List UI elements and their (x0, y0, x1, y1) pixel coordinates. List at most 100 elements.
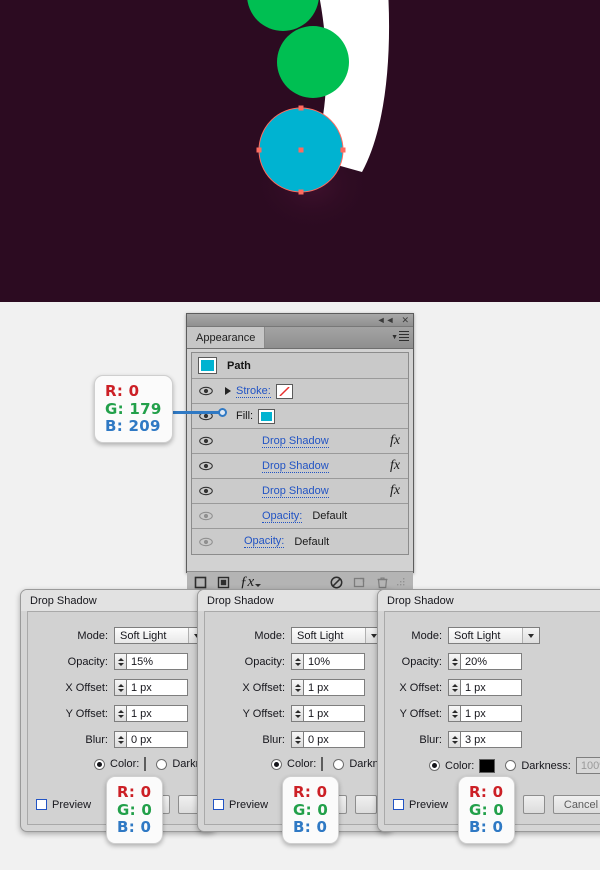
dialog-1-blur-stepper[interactable] (114, 731, 126, 748)
clear-appearance-icon[interactable] (330, 576, 343, 589)
drop-shadow-1-link[interactable]: Drop Shadow (262, 435, 329, 448)
dialog-3-blur-stepper[interactable] (448, 731, 460, 748)
dialog-3-titlebar[interactable]: Drop Shadow (378, 590, 600, 611)
dialog-3-preview-checkbox[interactable] (393, 799, 404, 810)
dialog-2-blur-stepper[interactable] (291, 731, 303, 748)
stroke-swatch-none[interactable] (275, 383, 293, 399)
appearance-row-drop-shadow-3[interactable]: Drop Shadow fx (192, 479, 408, 504)
dialog-1-opacity-input[interactable]: 15% (126, 653, 188, 670)
dialog-3-yoffset-stepper[interactable] (448, 705, 460, 722)
panel-titlebar[interactable]: ◄◄ ✕ (187, 314, 413, 327)
stroke-visibility-toggle[interactable] (192, 386, 220, 396)
dialog-2-xoffset-stepper[interactable] (291, 679, 303, 696)
drop-shadow-2-visibility-toggle[interactable] (192, 461, 220, 471)
appearance-row-drop-shadow-1[interactable]: Drop Shadow fx (192, 429, 408, 454)
appearance-panel[interactable]: ◄◄ ✕ Appearance ▼ Path Stroke: Fill: Dro… (186, 313, 414, 593)
dialog-3-color-radio[interactable] (429, 760, 440, 771)
path-thumbnail (198, 357, 217, 374)
dialog-3-ok-button[interactable] (523, 795, 545, 814)
chevron-down-icon[interactable] (522, 628, 539, 643)
dialog-3-xoffset-stepper[interactable] (448, 679, 460, 696)
drop-shadow-3-visibility-toggle[interactable] (192, 486, 220, 496)
dialog-2-color-chip[interactable] (321, 757, 324, 771)
appearance-row-opacity-object[interactable]: Opacity: Default (192, 529, 408, 554)
dialog-3-mode-select[interactable]: Soft Light (448, 627, 540, 644)
delete-item-icon[interactable] (376, 576, 389, 589)
dialog-2-color-radio[interactable] (271, 758, 282, 770)
dialog-2-mode-select[interactable]: Soft Light (291, 627, 383, 644)
dialog-2-yoffset-input[interactable]: 1 px (303, 705, 365, 722)
dialog-2-opacity-input[interactable]: 10% (303, 653, 365, 670)
drop-shadow-2-link[interactable]: Drop Shadow (262, 460, 329, 473)
dialog-2-darkness-radio[interactable] (333, 758, 345, 770)
dialog-3-color-chip[interactable] (479, 758, 496, 773)
dialog-1-opacity-stepper[interactable] (114, 653, 126, 670)
dialog-3-yoffset-row: Y Offset: 1 px (385, 705, 600, 722)
panel-tab-row[interactable]: Appearance ▼ (187, 327, 413, 349)
callout-shadow-2-b: B: 0 (293, 818, 328, 837)
opacity-object-link[interactable]: Opacity: (244, 535, 285, 548)
appearance-row-drop-shadow-2[interactable]: Drop Shadow fx (192, 454, 408, 479)
dialog-3-yoffset-input[interactable]: 1 px (460, 705, 522, 722)
dialog-3-blur-row: Blur: 3 px (385, 731, 600, 748)
dialog-1-darkness-radio[interactable] (156, 758, 168, 770)
dialog-1-mode-select[interactable]: Soft Light (114, 627, 206, 644)
drop-shadow-3-fx-button[interactable]: fx (382, 483, 408, 499)
dialog-2-mode-label: Mode: (254, 629, 285, 642)
appearance-row-opacity-nested[interactable]: Opacity: Default (192, 504, 408, 529)
tab-appearance[interactable]: Appearance (187, 327, 266, 348)
dialog-3-opacity-stepper[interactable] (448, 653, 460, 670)
stroke-link[interactable]: Stroke: (236, 385, 271, 398)
opacity-nested-visibility-toggle[interactable] (192, 511, 220, 521)
close-icon[interactable]: ✕ (401, 315, 409, 325)
dialog-3-darkness-input[interactable]: 100% (575, 757, 600, 774)
drop-shadow-2-fx-button[interactable]: fx (382, 458, 408, 474)
dialog-2-preview-checkbox[interactable] (213, 799, 224, 810)
drop-shadow-1-visibility-toggle[interactable] (192, 436, 220, 446)
dialog-2-title: Drop Shadow (207, 594, 274, 607)
dialog-1-yoffset-stepper[interactable] (114, 705, 126, 722)
dialog-3-darkness-radio[interactable] (505, 760, 517, 771)
dialog-2-preview-group[interactable]: Preview (213, 799, 268, 811)
dialog-2-cancel-button[interactable] (355, 795, 377, 814)
drop-shadow-1-fx-button[interactable]: fx (382, 433, 408, 449)
dialog-1-preview-group[interactable]: Preview (36, 799, 91, 811)
collapse-double-left-icon[interactable]: ◄◄ (377, 315, 395, 325)
fill-swatch[interactable] (258, 408, 276, 424)
resize-grip-icon[interactable] (397, 578, 406, 587)
dialog-2-yoffset-stepper[interactable] (291, 705, 303, 722)
stroke-disclosure-triangle[interactable] (220, 387, 236, 395)
dialog-3-preview-group[interactable]: Preview (393, 799, 448, 811)
dialog-1-titlebar[interactable]: Drop Shadow (21, 590, 215, 611)
dialog-3-opacity-input[interactable]: 20% (460, 653, 522, 670)
appearance-row-path[interactable]: Path (192, 353, 408, 379)
dialog-1-yoffset-input[interactable]: 1 px (126, 705, 188, 722)
dialog-1-mode-row: Mode: Soft Light (28, 627, 208, 644)
appearance-row-stroke[interactable]: Stroke: (192, 379, 408, 404)
dialog-1-opacity-label: Opacity: (67, 655, 108, 668)
dialog-2-blur-input[interactable]: 0 px (303, 731, 365, 748)
dialog-1-color-radio[interactable] (94, 758, 105, 770)
duplicate-item-icon[interactable] (353, 576, 366, 589)
dialog-3-blur-input[interactable]: 3 px (460, 731, 522, 748)
opacity-nested-link[interactable]: Opacity: (262, 510, 303, 523)
drop-shadow-3-link[interactable]: Drop Shadow (262, 485, 329, 498)
add-new-stroke-icon[interactable] (194, 576, 207, 589)
dialog-3-cancel-button[interactable]: Cancel (553, 795, 600, 814)
add-new-fill-icon[interactable] (217, 576, 230, 589)
callout-fill-color: R: 0 G: 179 B: 209 (94, 375, 173, 444)
dialog-2-opacity-stepper[interactable] (291, 653, 303, 670)
dialog-2-titlebar[interactable]: Drop Shadow (198, 590, 392, 611)
dialog-1-blur-input[interactable]: 0 px (126, 731, 188, 748)
dialog-3-mode-label: Mode: (411, 629, 442, 642)
dialog-1-xoffset-stepper[interactable] (114, 679, 126, 696)
dialog-2-xoffset-input[interactable]: 1 px (303, 679, 365, 696)
appearance-row-list: Path Stroke: Fill: Drop Shadow fx Drop S… (191, 352, 409, 555)
dialog-1-xoffset-input[interactable]: 1 px (126, 679, 188, 696)
dialog-1-color-chip[interactable] (144, 757, 147, 771)
dialog-1-mode-value: Soft Light (120, 629, 167, 642)
panel-menu-button[interactable]: ▼ (391, 331, 409, 343)
opacity-object-visibility-toggle[interactable] (192, 537, 220, 547)
dialog-1-preview-checkbox[interactable] (36, 799, 47, 810)
dialog-3-xoffset-input[interactable]: 1 px (460, 679, 522, 696)
